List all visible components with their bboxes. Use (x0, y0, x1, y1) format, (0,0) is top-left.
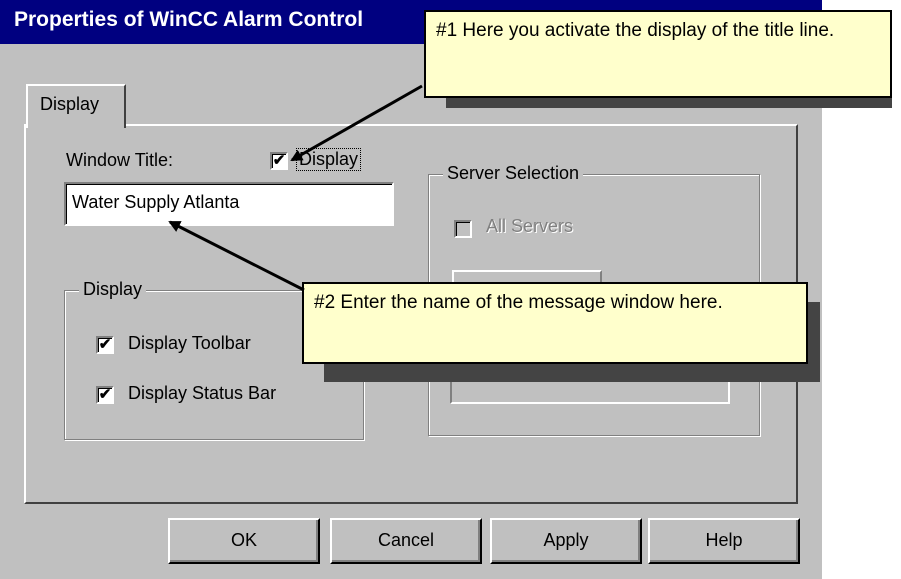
annotation-arrows (168, 84, 423, 292)
arrow-2 (168, 220, 305, 292)
arrow-1 (290, 84, 423, 162)
